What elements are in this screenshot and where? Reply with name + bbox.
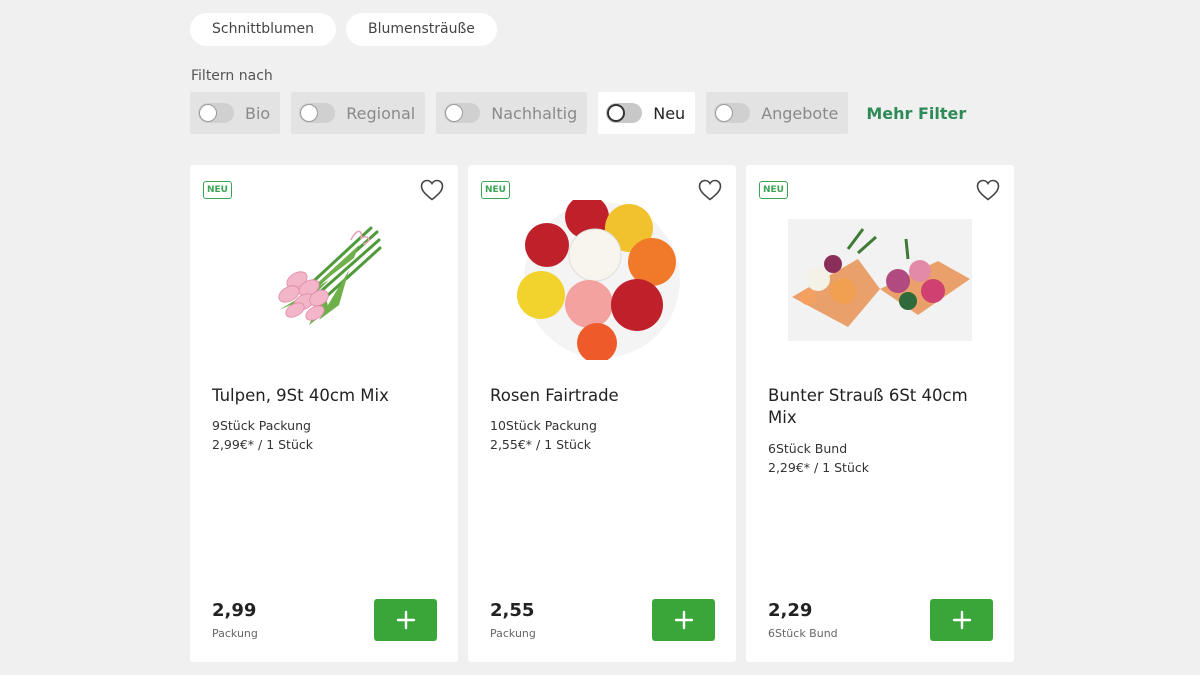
- heart-outline-icon[interactable]: [976, 179, 1000, 201]
- toggle-switch[interactable]: [444, 103, 481, 123]
- price-unit: Packung: [212, 627, 258, 640]
- product-info: 9Stück Packung 2,99€* / 1 Stück: [212, 410, 437, 454]
- filter-angebote[interactable]: Angebote: [706, 92, 849, 134]
- filter-label: Filtern nach: [191, 68, 273, 84]
- unit-price: 2,55€* / 1 Stück: [490, 437, 591, 452]
- new-badge: NEU: [759, 181, 788, 199]
- more-filter-link[interactable]: Mehr Filter: [866, 104, 966, 123]
- unit-price: 2,99€* / 1 Stück: [212, 437, 313, 452]
- product-grid: NEU Tulpen, 9St 40cm Mix 9Stück Packung …: [190, 165, 1014, 662]
- filter-bio-label: Bio: [245, 103, 271, 123]
- product-title[interactable]: Bunter Strauß 6St 40cm Mix: [768, 385, 993, 429]
- product-price: 2,29: [768, 600, 813, 621]
- plus-icon: [396, 610, 415, 630]
- heart-outline-icon[interactable]: [420, 179, 444, 201]
- product-title[interactable]: Tulpen, 9St 40cm Mix: [212, 385, 437, 407]
- add-to-cart-button[interactable]: [374, 599, 437, 641]
- filter-regional[interactable]: Regional: [291, 92, 426, 134]
- product-info: 6Stück Bund 2,29€* / 1 Stück: [768, 433, 993, 477]
- product-card[interactable]: NEU Tulpen, 9St 40cm Mix 9Stück Packung …: [190, 165, 458, 662]
- toggle-switch[interactable]: [606, 103, 643, 123]
- plus-icon: [674, 610, 693, 630]
- toggle-switch[interactable]: [198, 103, 234, 123]
- add-to-cart-button[interactable]: [652, 599, 715, 641]
- pack-size: 10Stück Packung: [490, 418, 597, 433]
- product-price: 2,99: [212, 600, 257, 621]
- plus-icon: [952, 610, 971, 630]
- filter-bar: Bio Regional Nachhaltig Neu Angebote Meh…: [190, 92, 966, 134]
- price-unit: Packung: [490, 627, 536, 640]
- filter-neu-label: Neu: [653, 103, 686, 123]
- tulips-image: [278, 226, 382, 325]
- chip-blumenstraeusse[interactable]: Blumensträuße: [345, 13, 497, 46]
- toggle-switch[interactable]: [714, 103, 751, 123]
- product-card[interactable]: NEU Rosen Fairtrade 10Stück Packung 2,55…: [468, 165, 736, 662]
- product-price: 2,55: [490, 600, 535, 621]
- heart-outline-icon[interactable]: [698, 179, 722, 201]
- roses-image: [517, 200, 680, 360]
- product-image[interactable]: [190, 200, 458, 360]
- product-title[interactable]: Rosen Fairtrade: [490, 385, 715, 407]
- add-to-cart-button[interactable]: [930, 599, 993, 641]
- chip-schnittblumen[interactable]: Schnittblumen: [190, 13, 336, 46]
- pack-size: 9Stück Packung: [212, 418, 311, 433]
- product-card[interactable]: NEU Bunter Strauß 6St 40cm Mix 6Stück Bu…: [746, 165, 1014, 662]
- product-image[interactable]: [746, 200, 1014, 360]
- filter-nachhaltig[interactable]: Nachhaltig: [436, 92, 588, 134]
- new-badge: NEU: [203, 181, 232, 199]
- unit-price: 2,29€* / 1 Stück: [768, 460, 869, 475]
- pack-size: 6Stück Bund: [768, 441, 848, 456]
- new-badge: NEU: [481, 181, 510, 199]
- category-chips: Schnittblumen Blumensträuße: [190, 13, 497, 46]
- filter-nachhaltig-label: Nachhaltig: [491, 103, 578, 123]
- price-unit: 6Stück Bund: [768, 627, 838, 640]
- product-image[interactable]: [468, 200, 736, 360]
- toggle-switch[interactable]: [299, 103, 336, 123]
- filter-bio[interactable]: Bio: [190, 92, 281, 134]
- bouquets-image: [788, 219, 972, 341]
- filter-neu[interactable]: Neu: [598, 92, 696, 134]
- product-info: 10Stück Packung 2,55€* / 1 Stück: [490, 410, 715, 454]
- filter-regional-label: Regional: [346, 103, 416, 123]
- filter-angebote-label: Angebote: [761, 103, 839, 123]
